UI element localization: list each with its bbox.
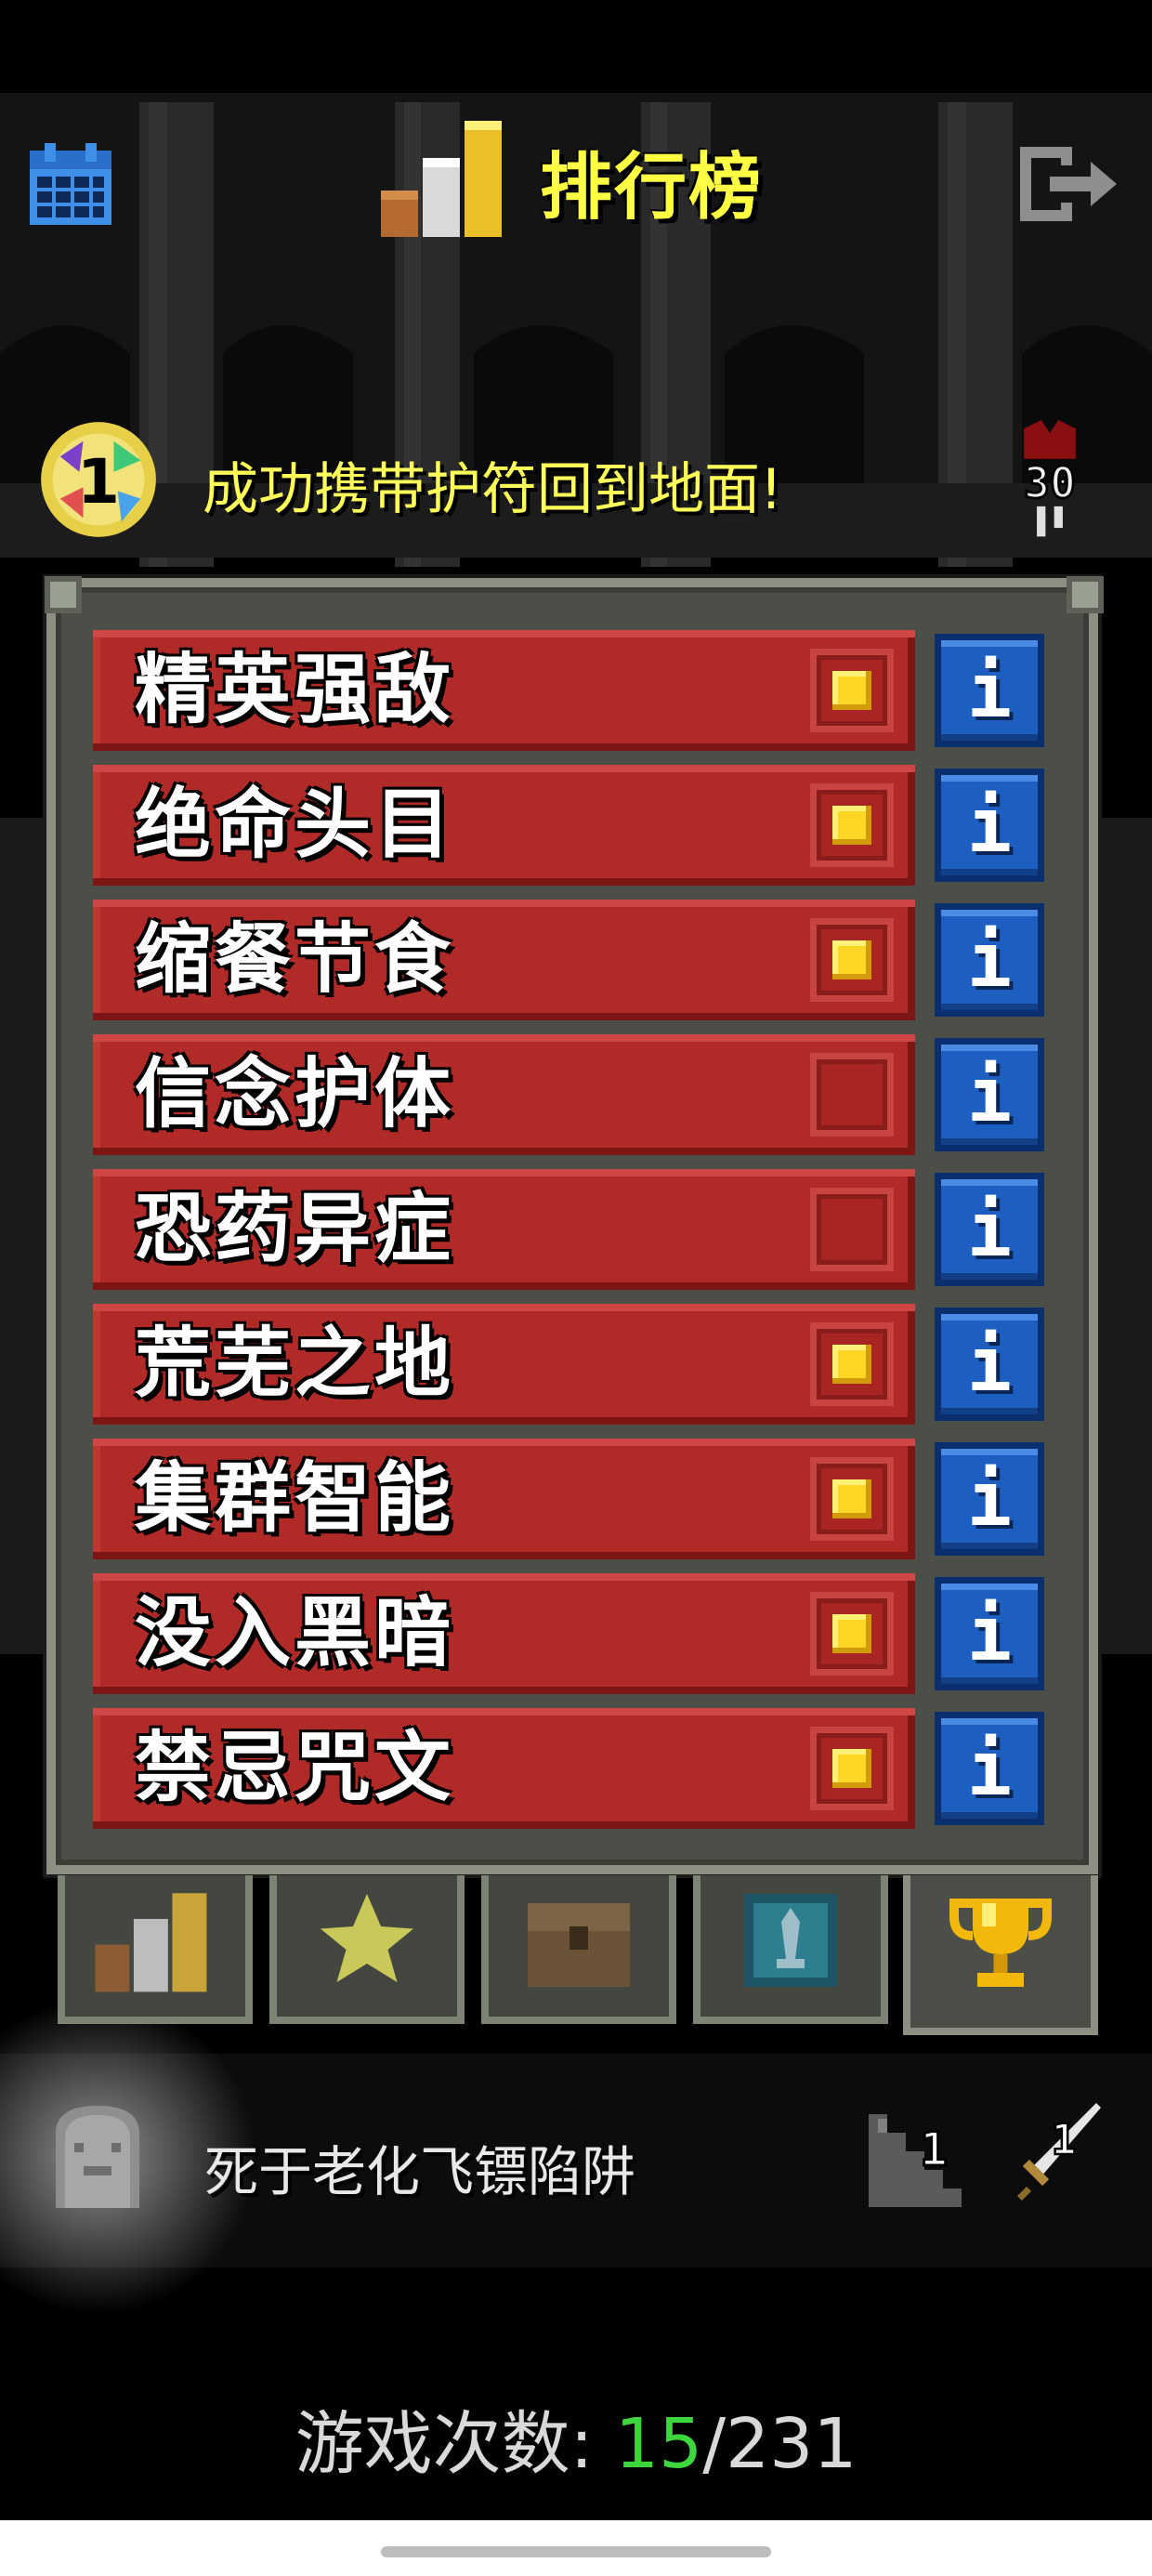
checked-icon <box>832 940 871 979</box>
challenge-label: 缩餐节食 <box>135 915 455 1004</box>
info-button[interactable]: i <box>935 769 1044 882</box>
page-title: 排行榜 <box>540 146 764 230</box>
victory-badge-icon: 1 <box>41 422 156 537</box>
info-icon: i <box>966 782 1013 869</box>
challenge-row[interactable]: 缩餐节食 i <box>93 900 1050 1020</box>
depth-value: 1 <box>920 2123 948 2176</box>
home-indicator[interactable] <box>381 2546 771 2557</box>
weapon-level: 1 <box>1051 2115 1076 2164</box>
challenge-checkbox[interactable] <box>810 649 894 732</box>
info-icon: i <box>966 1725 1013 1812</box>
calendar-icon[interactable] <box>26 139 115 229</box>
info-button[interactable]: i <box>935 1038 1044 1151</box>
rankings-bars-icon <box>381 121 502 237</box>
challenge-row[interactable]: 集群智能 i <box>93 1439 1050 1559</box>
info-icon: i <box>966 1051 1013 1138</box>
games-won: 15 <box>615 2404 703 2484</box>
panel-corner <box>1067 576 1104 613</box>
challenge-toggle[interactable]: 没入黑暗 <box>93 1573 915 1694</box>
info-icon: i <box>966 916 1013 1004</box>
challenge-toggle[interactable]: 绝命头目 <box>93 765 915 886</box>
exit-icon[interactable] <box>1013 139 1124 229</box>
challenge-label: 绝命头目 <box>135 781 455 869</box>
challenge-label: 精英强敌 <box>135 646 455 734</box>
depth-value: 30 <box>1024 458 1076 508</box>
challenge-label: 禁忌咒文 <box>135 1724 455 1812</box>
rankings-bars-icon <box>95 1893 207 1992</box>
challenge-checkbox[interactable] <box>810 1053 894 1137</box>
info-icon: i <box>966 1186 1013 1273</box>
info-button[interactable]: i <box>935 1308 1044 1421</box>
tab-catalog[interactable] <box>481 1875 676 2024</box>
challenge-row[interactable]: 恐药异症 i <box>93 1169 1050 1290</box>
challenge-row[interactable]: 禁忌咒文 i <box>93 1708 1050 1829</box>
challenge-checkbox[interactable] <box>810 1457 894 1541</box>
challenge-row[interactable]: 荒芜之地 i <box>93 1304 1050 1425</box>
panel-corner <box>45 576 82 613</box>
header: 排行榜 <box>376 116 763 246</box>
info-icon: i <box>966 1321 1013 1408</box>
challenge-toggle[interactable]: 荒芜之地 <box>93 1304 915 1425</box>
info-button[interactable]: i <box>935 1712 1044 1825</box>
star-icon <box>321 1894 413 1982</box>
checked-icon <box>832 1345 871 1384</box>
tombstone-icon <box>56 2106 139 2208</box>
challenge-toggle[interactable]: 恐药异症 <box>93 1169 915 1290</box>
games-played: 游戏次数: 15/231 <box>0 2388 1152 2488</box>
tab-journal[interactable] <box>693 1875 888 2024</box>
checked-icon <box>832 1749 871 1788</box>
games-separator: / <box>702 2404 727 2484</box>
tab-bar <box>58 1875 1098 2035</box>
info-button[interactable]: i <box>935 1173 1044 1286</box>
challenge-row[interactable]: 绝命头目 i <box>93 765 1050 886</box>
info-button[interactable]: i <box>935 903 1044 1017</box>
challenge-label: 信念护体 <box>135 1050 455 1138</box>
record-text: 成功携带护符回到地面! <box>203 457 783 522</box>
challenge-checkbox[interactable] <box>810 918 894 1002</box>
info-icon: i <box>966 647 1013 734</box>
chest-icon <box>528 1903 630 1987</box>
tab-challenges[interactable] <box>903 1875 1098 2035</box>
info-button[interactable]: i <box>935 1577 1044 1690</box>
sword-icon: 1 <box>1017 2103 1101 2201</box>
info-icon: i <box>966 1455 1013 1543</box>
challenge-row[interactable]: 精英强敌 i <box>93 630 1050 751</box>
challenge-toggle[interactable]: 信念护体 <box>93 1034 915 1155</box>
challenge-toggle[interactable]: 缩餐节食 <box>93 900 915 1020</box>
challenge-checkbox[interactable] <box>810 1727 894 1810</box>
tab-badges[interactable] <box>269 1875 465 2024</box>
challenge-checkbox[interactable] <box>810 783 894 867</box>
challenge-label: 没入黑暗 <box>135 1589 455 1677</box>
games-total: 231 <box>726 2404 857 2484</box>
tab-rankings[interactable] <box>58 1875 253 2024</box>
checked-icon <box>832 806 871 845</box>
info-button[interactable]: i <box>935 634 1044 747</box>
challenge-toggle[interactable]: 禁忌咒文 <box>93 1708 915 1829</box>
challenge-label: 集群智能 <box>135 1454 455 1543</box>
challenge-toggle[interactable]: 精英强敌 <box>93 630 915 751</box>
checked-icon <box>832 1614 871 1653</box>
challenge-checkbox[interactable] <box>810 1188 894 1271</box>
checked-icon <box>832 671 871 710</box>
info-icon: i <box>966 1590 1013 1677</box>
checked-icon <box>832 1479 871 1518</box>
badge-value: 1 <box>77 446 120 518</box>
trophy-icon <box>949 1899 1052 1987</box>
games-label: 游戏次数: <box>295 2404 594 2484</box>
stairs-depth-icon: 1 <box>869 2114 962 2207</box>
challenge-row[interactable]: 没入黑暗 i <box>93 1573 1050 1694</box>
challenge-label: 恐药异症 <box>135 1185 455 1273</box>
challenge-toggle[interactable]: 集群智能 <box>93 1439 915 1559</box>
death-cause: 死于老化飞镖陷阱 <box>204 2140 636 2203</box>
challenge-checkbox[interactable] <box>810 1592 894 1676</box>
challenge-checkbox[interactable] <box>810 1322 894 1406</box>
info-button[interactable]: i <box>935 1442 1044 1556</box>
challenge-row[interactable]: 信念护体 i <box>93 1034 1050 1155</box>
depth-badge: 30 <box>1023 420 1077 537</box>
challenge-label: 荒芜之地 <box>135 1320 455 1408</box>
armor-shield-icon <box>744 1894 837 1987</box>
